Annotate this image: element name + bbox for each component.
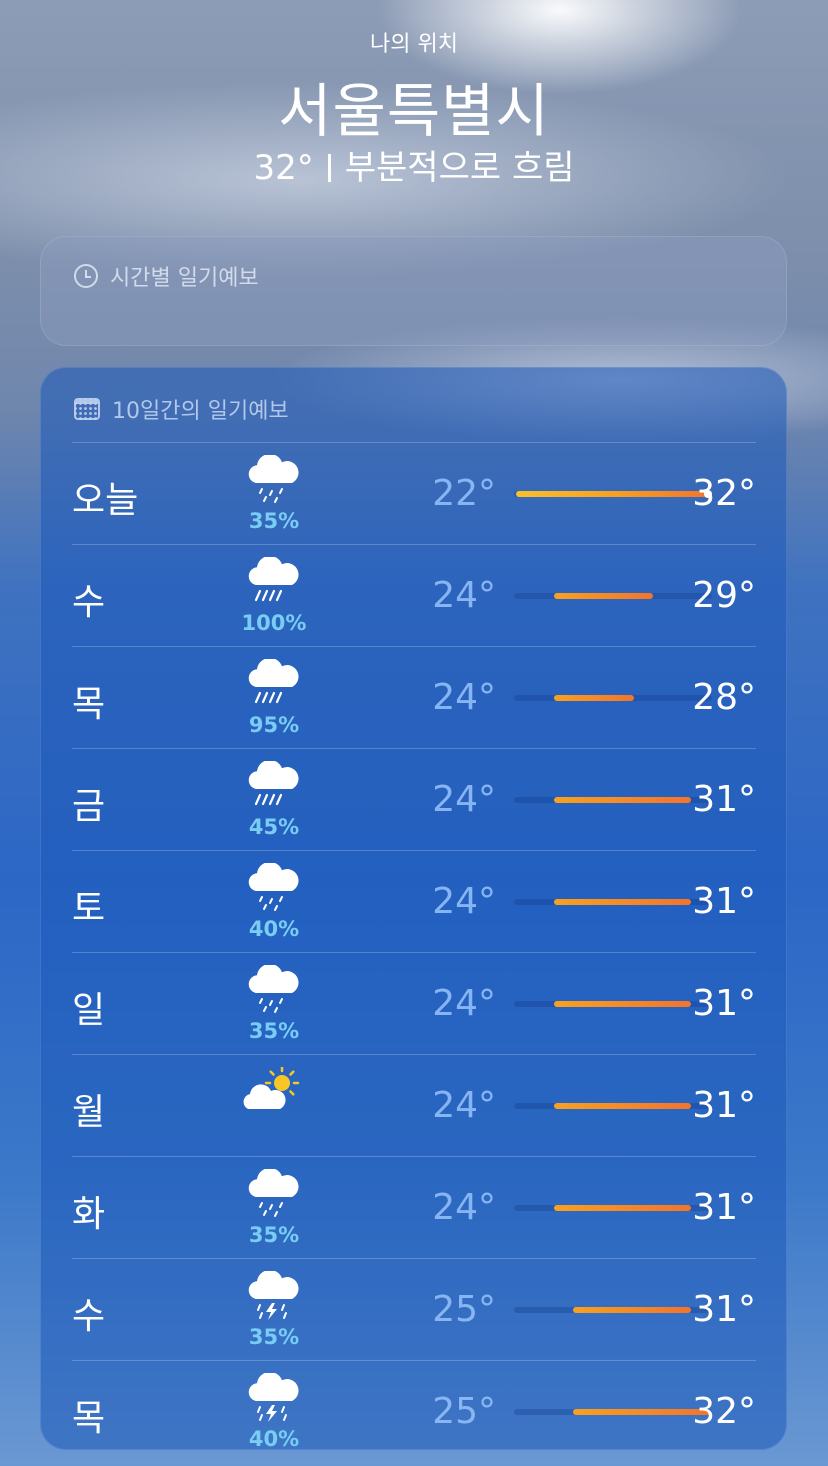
day-label: 수	[72, 582, 106, 623]
temp-range-fill	[554, 899, 691, 905]
forecast-row[interactable]: 목 40% 25° 32°	[72, 1360, 756, 1462]
daily-forecast-header: 10일간의 일기예보	[74, 393, 289, 425]
weather-cell: 45%	[234, 757, 314, 843]
clock-icon	[74, 264, 98, 288]
forecast-row[interactable]: 금 45% 24° 31°	[72, 748, 756, 850]
day-label: 토	[72, 888, 106, 929]
temp-range-fill	[554, 593, 653, 599]
forecast-row[interactable]: 목 95% 24° 28°	[72, 646, 756, 748]
low-temp: 25°	[432, 1391, 496, 1432]
low-temp: 24°	[432, 677, 496, 718]
temp-range-fill	[554, 695, 634, 701]
weather-cell: 35%	[234, 1267, 314, 1353]
high-temp: 31°	[692, 779, 756, 820]
forecast-row[interactable]: 일 35% 24° 31°	[72, 952, 756, 1054]
day-label: 금	[72, 786, 106, 827]
high-temp: 31°	[692, 1085, 756, 1126]
precipitation-chance: 35%	[248, 1223, 300, 1247]
summary-separator	[327, 154, 331, 182]
temp-range-bar	[514, 1307, 712, 1313]
temp-range-bar	[514, 695, 712, 701]
low-temp: 24°	[432, 575, 496, 616]
city-name: 서울특별시	[278, 77, 550, 145]
temp-range-fill	[554, 1001, 691, 1007]
day-label: 목	[72, 684, 106, 725]
weather-cell: 35%	[234, 451, 314, 537]
low-temp: 24°	[432, 1085, 496, 1126]
precipitation-chance: 40%	[248, 917, 300, 941]
temp-range-fill	[554, 1103, 691, 1109]
temp-range-bar	[514, 1001, 712, 1007]
temp-range-bar	[514, 899, 712, 905]
forecast-row[interactable]: 월 24° 31°	[72, 1054, 756, 1156]
temp-range-bar	[514, 1205, 712, 1211]
weather-cell: 35%	[234, 1165, 314, 1251]
temp-range-bar	[514, 490, 712, 498]
precipitation-chance: 45%	[248, 815, 300, 839]
forecast-row[interactable]: 토 40% 24° 31°	[72, 850, 756, 952]
day-label: 화	[72, 1194, 106, 1235]
temp-range-bar	[514, 1103, 712, 1109]
precipitation-chance: 95%	[248, 713, 300, 737]
high-temp: 31°	[692, 1187, 756, 1228]
day-label: 목	[72, 1398, 106, 1439]
weather-cell: 100%	[234, 553, 314, 639]
high-temp: 29°	[692, 575, 756, 616]
high-temp: 28°	[692, 677, 756, 718]
location-label: 나의 위치	[370, 32, 458, 57]
temp-range-bar	[514, 1409, 712, 1415]
low-temp: 24°	[432, 983, 496, 1024]
temp-range-bar	[514, 797, 712, 803]
day-label: 오늘	[72, 480, 139, 521]
forecast-row[interactable]: 수 100% 24° 29°	[72, 544, 756, 646]
weather-cell: 35%	[234, 961, 314, 1047]
hourly-forecast-header: 시간별 일기예보	[74, 260, 259, 292]
forecast-row[interactable]: 화 35% 24° 31°	[72, 1156, 756, 1258]
calendar-icon	[74, 398, 100, 420]
current-temp: 32°	[253, 148, 314, 188]
precipitation-chance: 100%	[241, 611, 307, 635]
high-temp: 31°	[692, 1289, 756, 1330]
low-temp: 24°	[432, 1187, 496, 1228]
forecast-row[interactable]: 수 35% 25° 31°	[72, 1258, 756, 1360]
high-temp: 31°	[692, 881, 756, 922]
low-temp: 22°	[432, 473, 496, 514]
day-label: 수	[72, 1296, 106, 1337]
day-label: 일	[72, 990, 106, 1031]
low-temp: 24°	[432, 779, 496, 820]
weather-cell: 40%	[234, 1369, 314, 1455]
high-temp: 32°	[692, 473, 756, 514]
low-temp: 25°	[432, 1289, 496, 1330]
weather-cell: 95%	[234, 655, 314, 741]
high-temp: 32°	[692, 1391, 756, 1432]
forecast-row[interactable]: 오늘 35% 22° 32°	[72, 442, 756, 544]
precipitation-chance: 35%	[248, 1325, 300, 1349]
weather-cell: 40%	[234, 859, 314, 945]
temp-range-bar	[514, 593, 712, 599]
precipitation-chance: 35%	[248, 509, 300, 533]
precipitation-chance: 40%	[248, 1427, 300, 1451]
current-summary: 32° 부분적으로 흐림	[0, 140, 828, 189]
precipitation-chance: 35%	[248, 1019, 300, 1043]
high-temp: 31°	[692, 983, 756, 1024]
low-temp: 24°	[432, 881, 496, 922]
hourly-forecast-title: 시간별 일기예보	[110, 266, 259, 291]
daily-forecast-title: 10일간의 일기예보	[112, 399, 289, 424]
weather-cell	[234, 1063, 314, 1149]
day-label: 월	[72, 1092, 106, 1133]
current-condition: 부분적으로 흐림	[344, 148, 575, 188]
hourly-forecast-card[interactable]: 시간별 일기예보	[40, 236, 787, 346]
temp-range-fill	[516, 491, 710, 497]
daily-forecast-card[interactable]: 10일간의 일기예보 오늘 35% 22° 32° 수 100% 24° 29°…	[40, 367, 787, 1451]
temp-range-fill	[554, 797, 691, 803]
temp-range-fill	[554, 1205, 691, 1211]
temp-range-fill	[573, 1307, 691, 1313]
daily-forecast-list: 오늘 35% 22° 32° 수 100% 24° 29° 목 95% 24° …	[72, 442, 756, 1462]
